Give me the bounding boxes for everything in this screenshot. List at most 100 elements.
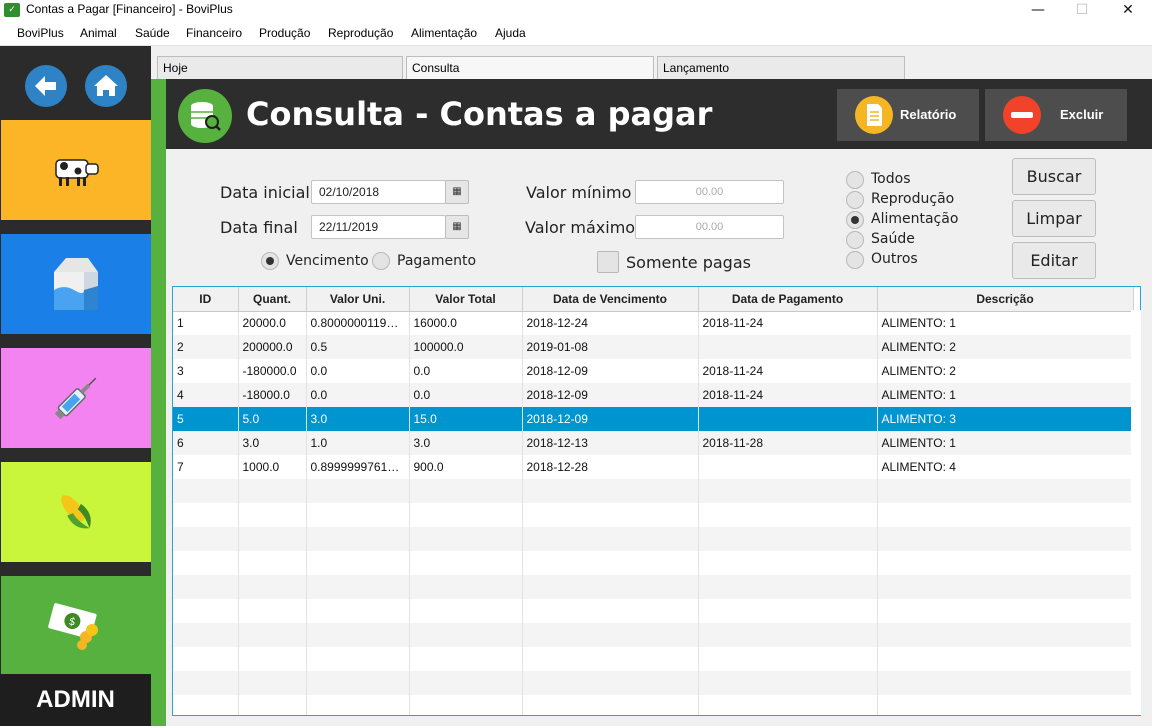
table-row[interactable]: 2 200000.0 0.5 100000.0 2019-01-08 ALIMENTO: … — [173, 335, 1134, 359]
table-cell — [522, 551, 699, 575]
radio-todos[interactable] — [846, 171, 864, 189]
maximize-button[interactable]: ☐ — [1059, 0, 1105, 22]
table-cell: 900.0 — [409, 455, 523, 479]
radio-reproducao[interactable] — [846, 191, 864, 209]
menu-ajuda[interactable]: Ajuda — [495, 26, 526, 40]
table-cell — [698, 695, 878, 715]
table-cell — [409, 599, 523, 623]
menu-financeiro[interactable]: Financeiro — [186, 26, 242, 40]
table-row[interactable]: 5 5.0 3.0 15.0 2018-12-09 ALIMENTO: 3 — [173, 407, 1134, 431]
menu-producao[interactable]: Produção — [259, 26, 310, 40]
table-cell — [522, 695, 699, 715]
sidebar-item-financeiro[interactable]: $ — [1, 576, 151, 676]
table-cell: ALIMENTO: 1 — [877, 383, 1134, 407]
menu-animal[interactable]: Animal — [80, 26, 117, 40]
table-row[interactable]: 4 -18000.0 0.0 0.0 2018-12-09 2018-11-24 ALIME… — [173, 383, 1134, 407]
table-cell: 5 — [173, 407, 239, 431]
table-cell — [173, 599, 239, 623]
radio-outros[interactable] — [846, 251, 864, 269]
table-row[interactable]: 1 20000.0 0.800000011920... 16000.0 2018-12-… — [173, 311, 1134, 335]
edit-button[interactable]: Editar — [1012, 242, 1096, 279]
menu-alimentacao[interactable]: Alimentação — [411, 26, 477, 40]
radio-todos-label: Todos — [871, 171, 911, 187]
end-date-field[interactable]: 22/11/2019 — [311, 215, 446, 239]
delete-button[interactable]: Excluir — [985, 89, 1127, 141]
table-row-empty — [173, 623, 1134, 647]
min-value-field[interactable]: 00.00 — [635, 180, 784, 204]
table-cell: 2018-12-09 — [522, 407, 699, 431]
table-cell — [306, 503, 410, 527]
table-cell: 200000.0 — [238, 335, 307, 359]
arrow-left-icon — [35, 76, 56, 96]
column-header[interactable]: Valor Total — [409, 287, 523, 312]
tab-lancamento[interactable]: Lançamento — [657, 56, 905, 79]
home-icon — [94, 75, 118, 96]
home-button[interactable] — [85, 65, 127, 107]
minimize-button[interactable]: — — [1015, 0, 1061, 22]
table-cell: 0.5 — [306, 335, 410, 359]
table-cell: 2018-11-24 — [698, 383, 878, 407]
close-button[interactable]: ✕ — [1105, 0, 1151, 22]
table-cell: 6 — [173, 431, 239, 455]
column-header[interactable]: Quant. — [238, 287, 307, 312]
tab-hoje[interactable]: Hoje — [157, 56, 403, 79]
table-row-empty — [173, 695, 1134, 715]
table-cell — [306, 551, 410, 575]
page-header: Consulta - Contas a pagar Relatório Excl… — [166, 79, 1152, 149]
table-row[interactable]: 6 3.0 1.0 3.0 2018-12-13 2018-11-28 ALIMENTO: … — [173, 431, 1134, 455]
cow-icon — [55, 159, 99, 186]
menu-saude[interactable]: Saúde — [135, 26, 170, 40]
table-cell — [238, 479, 307, 503]
table-cell: 0.0 — [306, 383, 410, 407]
delete-button-label: Excluir — [1060, 107, 1104, 122]
column-header[interactable]: Valor Uni. — [306, 287, 410, 312]
sidebar-item-producao[interactable] — [1, 234, 151, 334]
radio-pagamento[interactable] — [372, 252, 390, 270]
column-header[interactable]: Descrição — [877, 287, 1134, 312]
table-cell: 1 — [173, 311, 239, 335]
radio-saude[interactable] — [846, 231, 864, 249]
radio-alimentacao[interactable] — [846, 211, 864, 229]
table-cell — [238, 503, 307, 527]
table-cell: ALIMENTO: 3 — [877, 407, 1134, 431]
search-button[interactable]: Buscar — [1012, 158, 1096, 195]
radio-vencimento[interactable] — [261, 252, 279, 270]
table-cell: 2019-01-08 — [522, 335, 699, 359]
radio-pagamento-label: Pagamento — [397, 253, 477, 269]
report-button[interactable]: Relatório — [837, 89, 979, 141]
table-row[interactable]: 7 1000.0 0.899999976158... 900.0 2018-12-28 A… — [173, 455, 1134, 479]
title-bar: ✓ Contas a Pagar [Financeiro] - BoviPlus… — [0, 0, 1152, 22]
column-header[interactable]: ID — [173, 287, 239, 312]
table-cell — [522, 527, 699, 551]
start-date-field[interactable]: 02/10/2018 — [311, 180, 446, 204]
table-row-empty — [173, 575, 1134, 599]
menu-reproducao[interactable]: Reprodução — [328, 26, 393, 40]
max-value-field[interactable]: 00.00 — [635, 215, 784, 239]
tab-consulta[interactable]: Consulta — [406, 56, 654, 79]
column-header[interactable]: Data de Pagamento — [698, 287, 878, 312]
table-cell — [698, 671, 878, 695]
table-cell — [409, 671, 523, 695]
table-cell: ALIMENTO: 1 — [877, 311, 1134, 335]
table-cell — [173, 479, 239, 503]
sidebar-item-animal[interactable] — [1, 120, 151, 220]
green-divider — [151, 79, 166, 726]
table-cell — [173, 527, 239, 551]
back-button[interactable] — [25, 65, 67, 107]
column-header[interactable]: Data de Vencimento — [522, 287, 699, 312]
table-row[interactable]: 3 -180000.0 0.0 0.0 2018-12-09 2018-11-24 ALIM… — [173, 359, 1134, 383]
only-paid-checkbox[interactable] — [597, 251, 619, 273]
clear-button[interactable]: Limpar — [1012, 200, 1096, 237]
start-date-label: Data inicial — [220, 183, 310, 202]
table-cell — [238, 647, 307, 671]
table-cell — [409, 479, 523, 503]
table-cell — [698, 623, 878, 647]
table-cell — [409, 527, 523, 551]
radio-vencimento-label: Vencimento — [286, 253, 369, 269]
calendar-icon[interactable]: ▦ — [445, 180, 469, 204]
sidebar-item-alimentacao[interactable] — [1, 462, 151, 562]
calendar-icon[interactable]: ▦ — [445, 215, 469, 239]
menu-boviplus[interactable]: BoviPlus — [17, 26, 64, 40]
sidebar-item-saude[interactable] — [1, 348, 151, 448]
table-row-empty — [173, 527, 1134, 551]
